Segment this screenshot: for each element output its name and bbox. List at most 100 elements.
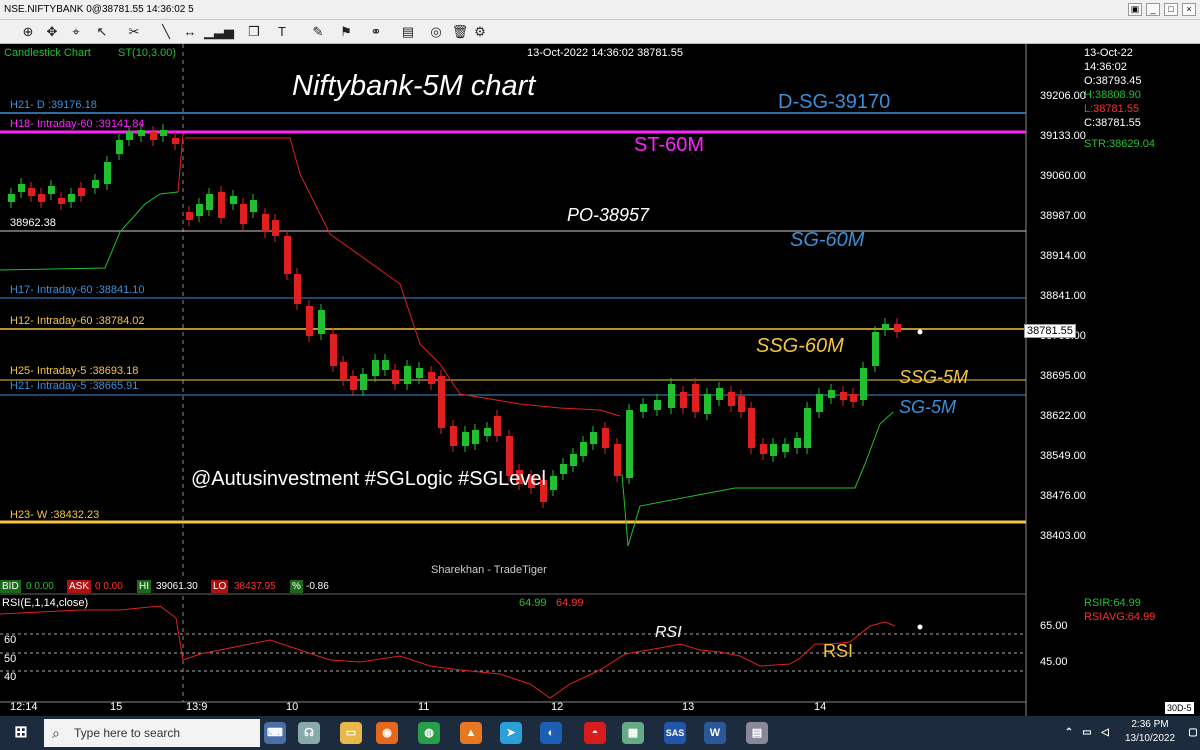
pointer-icon[interactable]: ↖ <box>92 23 112 41</box>
maximize-icon[interactable]: □ <box>1164 3 1178 16</box>
app-icon[interactable]: ▦ <box>622 722 644 744</box>
vlc-icon[interactable]: ▲ <box>460 722 482 744</box>
tradetiger-icon[interactable]: ◓ <box>584 722 606 744</box>
candle-body <box>716 388 723 400</box>
headset-icon[interactable]: ☊ <box>298 722 320 744</box>
candle-body <box>340 362 347 380</box>
candle-body <box>484 428 491 436</box>
candle-body <box>704 394 711 414</box>
candle-body <box>230 196 237 204</box>
hline-icon[interactable]: ↔ <box>180 23 200 41</box>
candle-body <box>350 376 357 390</box>
annotation-d-sg: D-SG-39170 <box>778 91 891 113</box>
brand-label: Sharekhan - TradeTiger <box>431 564 547 576</box>
rsi-value-2: 64.99 <box>556 597 584 609</box>
edge-icon[interactable]: ◐ <box>540 722 562 744</box>
candle-body <box>580 442 587 456</box>
candle-body <box>116 140 123 154</box>
text-icon[interactable]: T <box>272 23 292 41</box>
candle-body <box>382 360 389 370</box>
price-axis-label: 38622.00 <box>1040 410 1086 422</box>
time-label: 12:14 <box>10 701 38 713</box>
candle-body <box>438 376 445 428</box>
time-label: 13:9 <box>186 701 208 713</box>
candle-body <box>692 384 699 412</box>
window-title-bar: NSE.NIFTYBANK 0@38781.55 14:36:02 5 ▣ _ … <box>0 0 1200 20</box>
level-label-6: H21- Intraday-5 :38665.91 <box>10 380 139 392</box>
candle-body <box>850 394 857 402</box>
rsi-tick-40: 40 <box>4 671 17 683</box>
keyboard-icon[interactable]: ⌨ <box>264 722 286 744</box>
compass-icon[interactable]: ◎ <box>426 23 446 41</box>
candle-body <box>172 138 179 144</box>
close-icon[interactable]: × <box>1182 3 1196 16</box>
restore-icon[interactable]: ▣ <box>1128 3 1142 16</box>
candle-body <box>680 392 687 408</box>
candle-body <box>602 428 609 448</box>
bars-icon[interactable]: ▁▃▅ <box>204 23 234 41</box>
level-label-5: H25- Intraday-5 :38693.18 <box>10 365 139 377</box>
firefox-icon[interactable]: ◉ <box>376 722 398 744</box>
candle-body <box>782 444 789 452</box>
delete-icon[interactable]: 🗑 <box>450 23 470 41</box>
sas-icon[interactable]: SAS <box>664 722 686 744</box>
candle-body <box>640 404 647 412</box>
candle-body <box>284 236 291 274</box>
tool-icon[interactable]: ✂ <box>124 23 144 41</box>
last-price-dot <box>917 329 923 335</box>
chrome-icon[interactable]: ◍ <box>418 722 440 744</box>
pct-value: -0.86 <box>304 580 331 593</box>
move-icon[interactable]: ✥ <box>42 23 62 41</box>
candle-body <box>272 220 279 236</box>
calculator-icon[interactable]: ▤ <box>746 722 768 744</box>
notification-icon[interactable]: ▢ <box>1182 722 1200 744</box>
book-icon[interactable]: ▤ <box>398 23 418 41</box>
ask-label: ASK <box>67 580 92 593</box>
line-icon[interactable]: ╲ <box>156 23 176 41</box>
crosshair-icon[interactable]: ⊕ <box>18 23 38 41</box>
chart-canvas[interactable] <box>0 44 1200 716</box>
pct-label: % <box>290 580 303 593</box>
annotation-rsi-yellow: RSI <box>823 641 854 661</box>
taskbar-clock[interactable]: 2:36 PM 13/10/2022 <box>1118 718 1182 746</box>
watermark-text: @Autusinvestment #SGLogic #SGLevel <box>191 468 546 490</box>
candle-body <box>462 432 469 446</box>
candle-body <box>404 366 411 384</box>
period-label[interactable]: 30D-5 <box>1165 702 1194 714</box>
rsi-tick-50: 50 <box>4 653 17 665</box>
telegram-icon[interactable]: ➤ <box>500 722 522 744</box>
tag-icon[interactable]: ⚑ <box>336 23 356 41</box>
taskbar-search-box[interactable]: ⌕ Type here to search <box>44 719 260 747</box>
candle-body <box>372 360 379 376</box>
chart-timestamp: 13-Oct-2022 14:36:02 38781.55 <box>527 47 683 59</box>
price-axis-label: 38841.00 <box>1040 290 1086 302</box>
candle-body <box>294 274 301 304</box>
clock-time: 2:36 PM <box>1131 719 1169 730</box>
zoom-icon[interactable]: ⌖ <box>66 23 86 41</box>
info-date: 13-Oct-22 <box>1084 47 1133 59</box>
search-icon: ⌕ <box>52 725 60 741</box>
pen-icon[interactable]: ✎ <box>308 23 328 41</box>
rsi-value-1: 64.99 <box>519 597 547 609</box>
price-axis-label: 38987.00 <box>1040 210 1086 222</box>
candle-body <box>472 430 479 444</box>
cube-icon[interactable]: ❒ <box>244 23 264 41</box>
minimize-icon[interactable]: _ <box>1146 3 1160 16</box>
candle-body <box>186 212 193 220</box>
chart-big-title: Niftybank-5M chart <box>292 70 536 102</box>
windows-start-icon[interactable]: ⊞ <box>10 722 32 744</box>
speaker-icon[interactable]: ◁ <box>1094 722 1116 744</box>
candle-body <box>860 368 867 400</box>
candle-body <box>318 310 325 334</box>
search-placeholder: Type here to search <box>74 726 181 740</box>
candle-body <box>614 444 621 476</box>
ask-value: 0 0.00 <box>93 580 125 593</box>
candle-body <box>38 194 45 202</box>
word-icon[interactable]: W <box>704 722 726 744</box>
link-icon[interactable]: ⚭ <box>366 23 386 41</box>
gear-icon[interactable]: ⚙ <box>470 23 490 41</box>
candle-body <box>894 324 901 332</box>
rsi-line <box>0 605 896 699</box>
file-explorer-icon[interactable]: ▭ <box>340 722 362 744</box>
candle-body <box>872 332 879 366</box>
